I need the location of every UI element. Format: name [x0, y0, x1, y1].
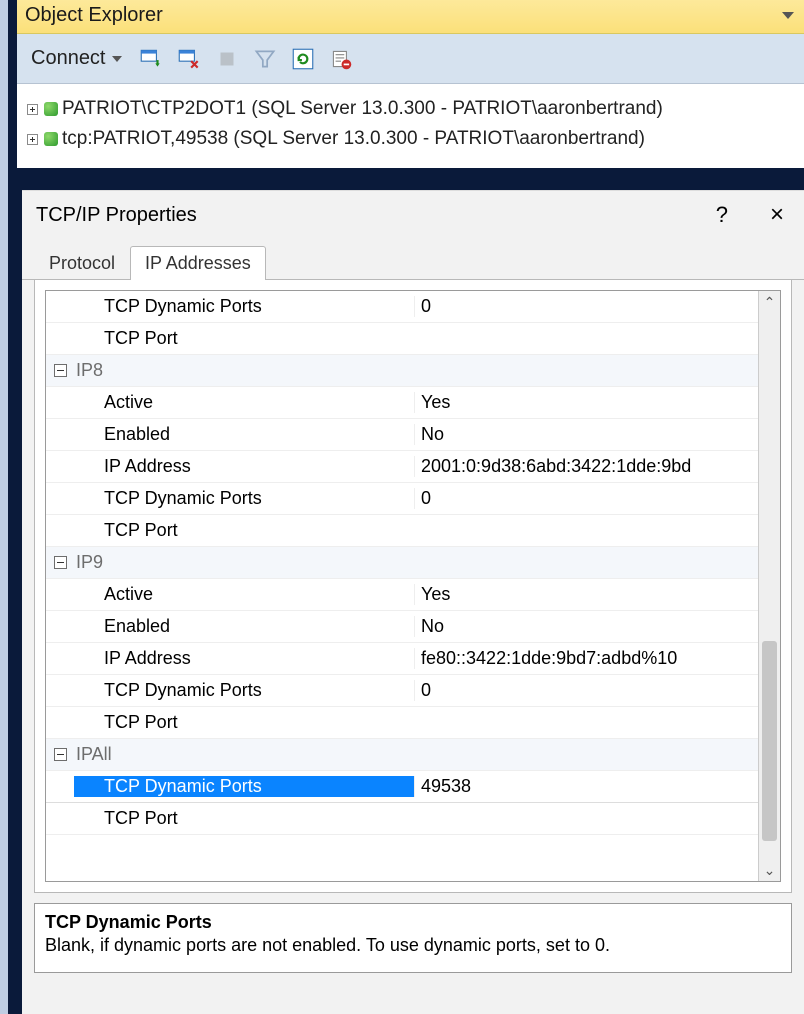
- tree-node-label: tcp:PATRIOT,49538 (SQL Server 13.0.300 -…: [62, 128, 645, 150]
- stop-icon: [214, 46, 240, 72]
- object-explorer-tree[interactable]: PATRIOT\CTP2DOT1 (SQL Server 13.0.300 - …: [17, 84, 804, 168]
- property-label: TCP Dynamic Ports: [74, 776, 414, 797]
- property-help-box: TCP Dynamic Ports Blank, if dynamic port…: [34, 903, 792, 973]
- tab-body: TCP Dynamic Ports0TCP PortIP8ActiveYesEn…: [34, 280, 792, 893]
- property-value[interactable]: 0: [414, 680, 758, 701]
- database-server-icon: [44, 102, 58, 116]
- collapse-icon[interactable]: [54, 364, 67, 377]
- dialog-title: TCP/IP Properties: [36, 204, 702, 227]
- object-explorer-toolbar: Connect: [17, 34, 804, 84]
- tcpip-properties-dialog: TCP/IP Properties ? × Protocol IP Addres…: [22, 190, 804, 1014]
- row-gutter: [46, 556, 74, 569]
- property-row[interactable]: TCP Dynamic Ports0: [46, 291, 758, 323]
- property-grid[interactable]: TCP Dynamic Ports0TCP PortIP8ActiveYesEn…: [45, 290, 781, 882]
- property-row[interactable]: ActiveYes: [46, 387, 758, 419]
- property-value[interactable]: Yes: [414, 392, 758, 413]
- property-label: TCP Port: [74, 712, 414, 733]
- property-label: IP Address: [74, 648, 414, 669]
- property-value[interactable]: 0: [414, 488, 758, 509]
- property-label: Enabled: [74, 424, 414, 445]
- property-label: TCP Dynamic Ports: [74, 296, 414, 317]
- property-value[interactable]: 2001:0:9d38:6abd:3422:1dde:9bd: [414, 456, 758, 477]
- dialog-tabs: Protocol IP Addresses: [22, 245, 804, 280]
- property-row[interactable]: TCP Dynamic Ports49538: [46, 771, 758, 803]
- property-row[interactable]: TCP Port: [46, 515, 758, 547]
- property-label: IP Address: [74, 456, 414, 477]
- collapse-icon[interactable]: [54, 748, 67, 761]
- property-label: TCP Port: [74, 520, 414, 541]
- property-row[interactable]: TCP Dynamic Ports0: [46, 483, 758, 515]
- tab-protocol[interactable]: Protocol: [34, 246, 130, 280]
- scroll-up-icon[interactable]: ⌃: [759, 291, 780, 313]
- section-label: IP8: [74, 360, 414, 381]
- collapse-icon[interactable]: [54, 556, 67, 569]
- dialog-titlebar: TCP/IP Properties ? ×: [22, 191, 804, 245]
- property-row[interactable]: TCP Dynamic Ports0: [46, 675, 758, 707]
- property-help-body: Blank, if dynamic ports are not enabled.…: [45, 935, 781, 956]
- policy-icon[interactable]: [328, 46, 354, 72]
- property-value[interactable]: No: [414, 424, 758, 445]
- disconnect-server-icon[interactable]: [176, 46, 202, 72]
- property-value[interactable]: 49538: [414, 776, 758, 797]
- property-section-header[interactable]: IP9: [46, 547, 758, 579]
- property-label: TCP Dynamic Ports: [74, 680, 414, 701]
- property-row[interactable]: ActiveYes: [46, 579, 758, 611]
- property-label: TCP Dynamic Ports: [74, 488, 414, 509]
- property-grid-scrollbar[interactable]: ⌃ ⌄: [758, 291, 780, 881]
- tree-node[interactable]: tcp:PATRIOT,49538 (SQL Server 13.0.300 -…: [27, 124, 798, 154]
- connect-button[interactable]: Connect: [27, 45, 126, 72]
- property-label-text: TCP Dynamic Ports: [74, 776, 414, 797]
- expand-icon[interactable]: [27, 134, 38, 145]
- property-label: TCP Port: [74, 808, 414, 829]
- property-section-header[interactable]: IP8: [46, 355, 758, 387]
- property-value[interactable]: 0: [414, 296, 758, 317]
- property-row[interactable]: TCP Port: [46, 803, 758, 835]
- parent-window-edge: [0, 0, 8, 1014]
- property-value[interactable]: Yes: [414, 584, 758, 605]
- tree-node[interactable]: PATRIOT\CTP2DOT1 (SQL Server 13.0.300 - …: [27, 94, 798, 124]
- property-value[interactable]: fe80::3422:1dde:9bd7:adbd%10: [414, 648, 758, 669]
- property-label: Active: [74, 392, 414, 413]
- property-label: TCP Port: [74, 328, 414, 349]
- property-row[interactable]: TCP Port: [46, 323, 758, 355]
- property-label: Enabled: [74, 616, 414, 637]
- connect-label: Connect: [31, 47, 106, 70]
- connect-server-icon[interactable]: [138, 46, 164, 72]
- property-row[interactable]: TCP Port: [46, 707, 758, 739]
- object-explorer-panel: Object Explorer Connect PATR: [17, 0, 804, 168]
- row-gutter: [46, 364, 74, 377]
- filter-icon[interactable]: [252, 46, 278, 72]
- expand-icon[interactable]: [27, 104, 38, 115]
- object-explorer-titlebar: Object Explorer: [17, 0, 804, 34]
- property-row[interactable]: EnabledNo: [46, 611, 758, 643]
- tab-ip-addresses[interactable]: IP Addresses: [130, 246, 266, 280]
- help-button[interactable]: ?: [702, 202, 742, 228]
- object-explorer-title: Object Explorer: [25, 4, 163, 27]
- tree-node-label: PATRIOT\CTP2DOT1 (SQL Server 13.0.300 - …: [62, 98, 663, 120]
- close-button[interactable]: ×: [742, 201, 790, 229]
- property-section-header[interactable]: IPAll: [46, 739, 758, 771]
- property-row[interactable]: EnabledNo: [46, 419, 758, 451]
- scroll-down-icon[interactable]: ⌄: [759, 859, 780, 881]
- property-help-title: TCP Dynamic Ports: [45, 912, 781, 933]
- refresh-icon[interactable]: [290, 46, 316, 72]
- scroll-thumb[interactable]: [762, 641, 777, 841]
- chevron-down-icon: [112, 56, 122, 62]
- property-value[interactable]: No: [414, 616, 758, 637]
- property-row[interactable]: IP Addressfe80::3422:1dde:9bd7:adbd%10: [46, 643, 758, 675]
- database-server-icon: [44, 132, 58, 146]
- section-label: IP9: [74, 552, 414, 573]
- row-gutter: [46, 748, 74, 761]
- panel-menu-icon[interactable]: [782, 12, 794, 19]
- section-label: IPAll: [74, 744, 414, 765]
- property-row[interactable]: IP Address2001:0:9d38:6abd:3422:1dde:9bd: [46, 451, 758, 483]
- property-label: Active: [74, 584, 414, 605]
